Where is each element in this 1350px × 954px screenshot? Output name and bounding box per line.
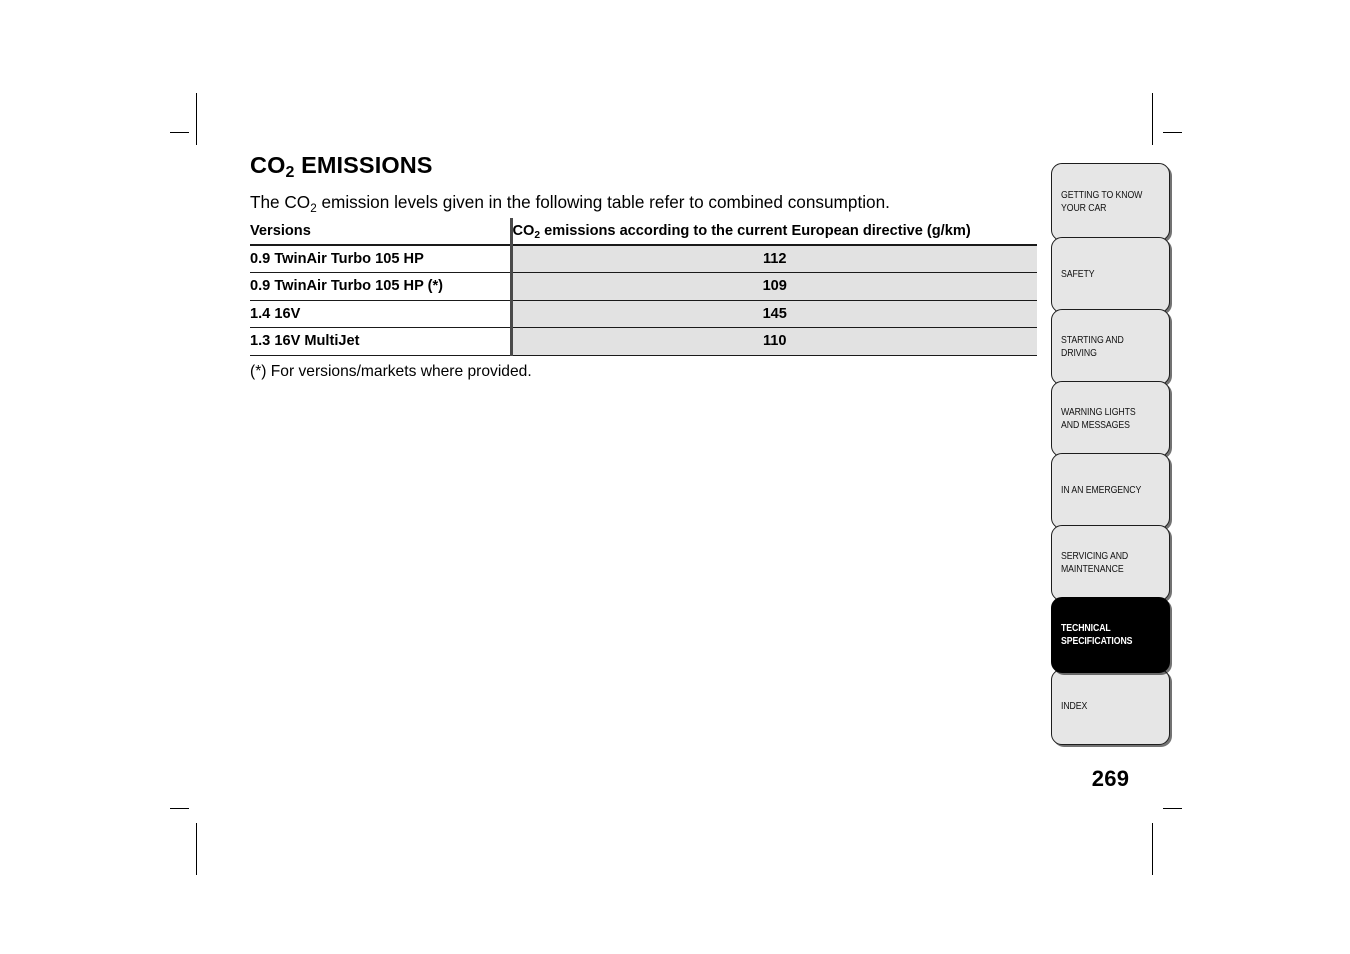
cell-version: 0.9 TwinAir Turbo 105 HP (*) [250, 272, 511, 301]
column-header-emissions-subscript: 2 [534, 229, 541, 241]
sidebar-tab-label: IN AN EMERGENCY [1061, 485, 1142, 497]
intro-text-start: The CO [250, 192, 311, 213]
sidebar-tab-starting-and-driving[interactable]: STARTING AND DRIVING [1051, 309, 1170, 385]
intro-paragraph: The CO2 emission levels given in the fol… [250, 192, 1040, 216]
sidebar-tab-safety[interactable]: SAFETY [1051, 237, 1170, 313]
cell-version: 1.4 16V [250, 300, 511, 329]
co2-emissions-table: Versions CO2 emissions according to the … [250, 217, 1037, 356]
section-tab-rail: GETTING TO KNOW YOUR CAR SAFETY STARTING… [1051, 163, 1170, 745]
crop-mark-bottom-left-vertical [196, 823, 197, 875]
table-row: 0.9 TwinAir Turbo 105 HP 112 [250, 244, 1037, 274]
sidebar-tab-label: TECHNICAL SPECIFICATIONS [1061, 622, 1133, 647]
page-content: CO2 EMISSIONS The CO2 emission levels gi… [250, 152, 1040, 397]
crop-mark-top-left-vertical [196, 93, 197, 145]
crop-mark-bottom-right-vertical [1152, 823, 1153, 875]
crop-mark-top-right-vertical [1152, 93, 1153, 145]
table-row: 1.3 16V MultiJet 110 [250, 327, 1037, 356]
sidebar-tab-technical-specifications[interactable]: TECHNICAL SPECIFICATIONS [1051, 597, 1170, 673]
page-title-text: CO [250, 152, 286, 178]
sidebar-tab-label: WARNING LIGHTS AND MESSAGES [1061, 406, 1136, 431]
table-header-row: Versions CO2 emissions according to the … [250, 217, 1037, 246]
sidebar-tab-label: INDEX [1061, 701, 1088, 713]
column-header-emissions-post: emissions according to the current Europ… [540, 222, 971, 239]
sidebar-tab-servicing-and-maintenance[interactable]: SERVICING AND MAINTENANCE [1051, 525, 1170, 601]
cell-co2-value: 112 [509, 244, 1037, 274]
table-row: 1.4 16V 145 [250, 300, 1037, 329]
cell-co2-value: 110 [509, 327, 1037, 356]
crop-mark-bottom-left-horizontal [170, 808, 189, 809]
page-title: CO2 EMISSIONS [250, 152, 1040, 181]
crop-mark-top-left-horizontal [170, 132, 189, 133]
sidebar-tab-label: STARTING AND DRIVING [1061, 334, 1124, 359]
crop-mark-bottom-right-horizontal [1163, 808, 1182, 809]
cell-co2-value: 145 [509, 300, 1037, 329]
page-title-suffix: EMISSIONS [294, 152, 433, 178]
table-footnote: (*) For versions/markets where provided. [250, 362, 532, 380]
column-header-versions: Versions [250, 217, 511, 246]
sidebar-tab-warning-lights-and-messages[interactable]: WARNING LIGHTS AND MESSAGES [1051, 381, 1170, 457]
column-header-emissions-pre: CO [512, 222, 535, 239]
cell-co2-value: 109 [509, 272, 1037, 301]
table-row: 0.9 TwinAir Turbo 105 HP (*) 109 [250, 272, 1037, 301]
page-title-subscript: 2 [285, 164, 295, 181]
sidebar-tab-label: GETTING TO KNOW YOUR CAR [1061, 189, 1143, 214]
table-body: 0.9 TwinAir Turbo 105 HP 112 0.9 TwinAir… [250, 244, 1037, 356]
sidebar-tab-in-an-emergency[interactable]: IN AN EMERGENCY [1051, 453, 1170, 529]
sidebar-tab-label: SAFETY [1061, 269, 1095, 281]
page-number: 269 [1091, 766, 1130, 791]
sidebar-tab-getting-to-know-your-car[interactable]: GETTING TO KNOW YOUR CAR [1051, 163, 1170, 241]
intro-subscript: 2 [310, 202, 317, 216]
cell-version: 0.9 TwinAir Turbo 105 HP [250, 244, 511, 274]
column-header-emissions: CO2 emissions according to the current E… [509, 217, 1037, 246]
cell-version: 1.3 16V MultiJet [250, 327, 511, 356]
crop-mark-top-right-horizontal [1163, 132, 1182, 133]
intro-text-end: emission levels given in the following t… [316, 192, 890, 213]
sidebar-tab-label: SERVICING AND MAINTENANCE [1061, 550, 1129, 575]
sidebar-tab-index[interactable]: INDEX [1051, 669, 1170, 745]
